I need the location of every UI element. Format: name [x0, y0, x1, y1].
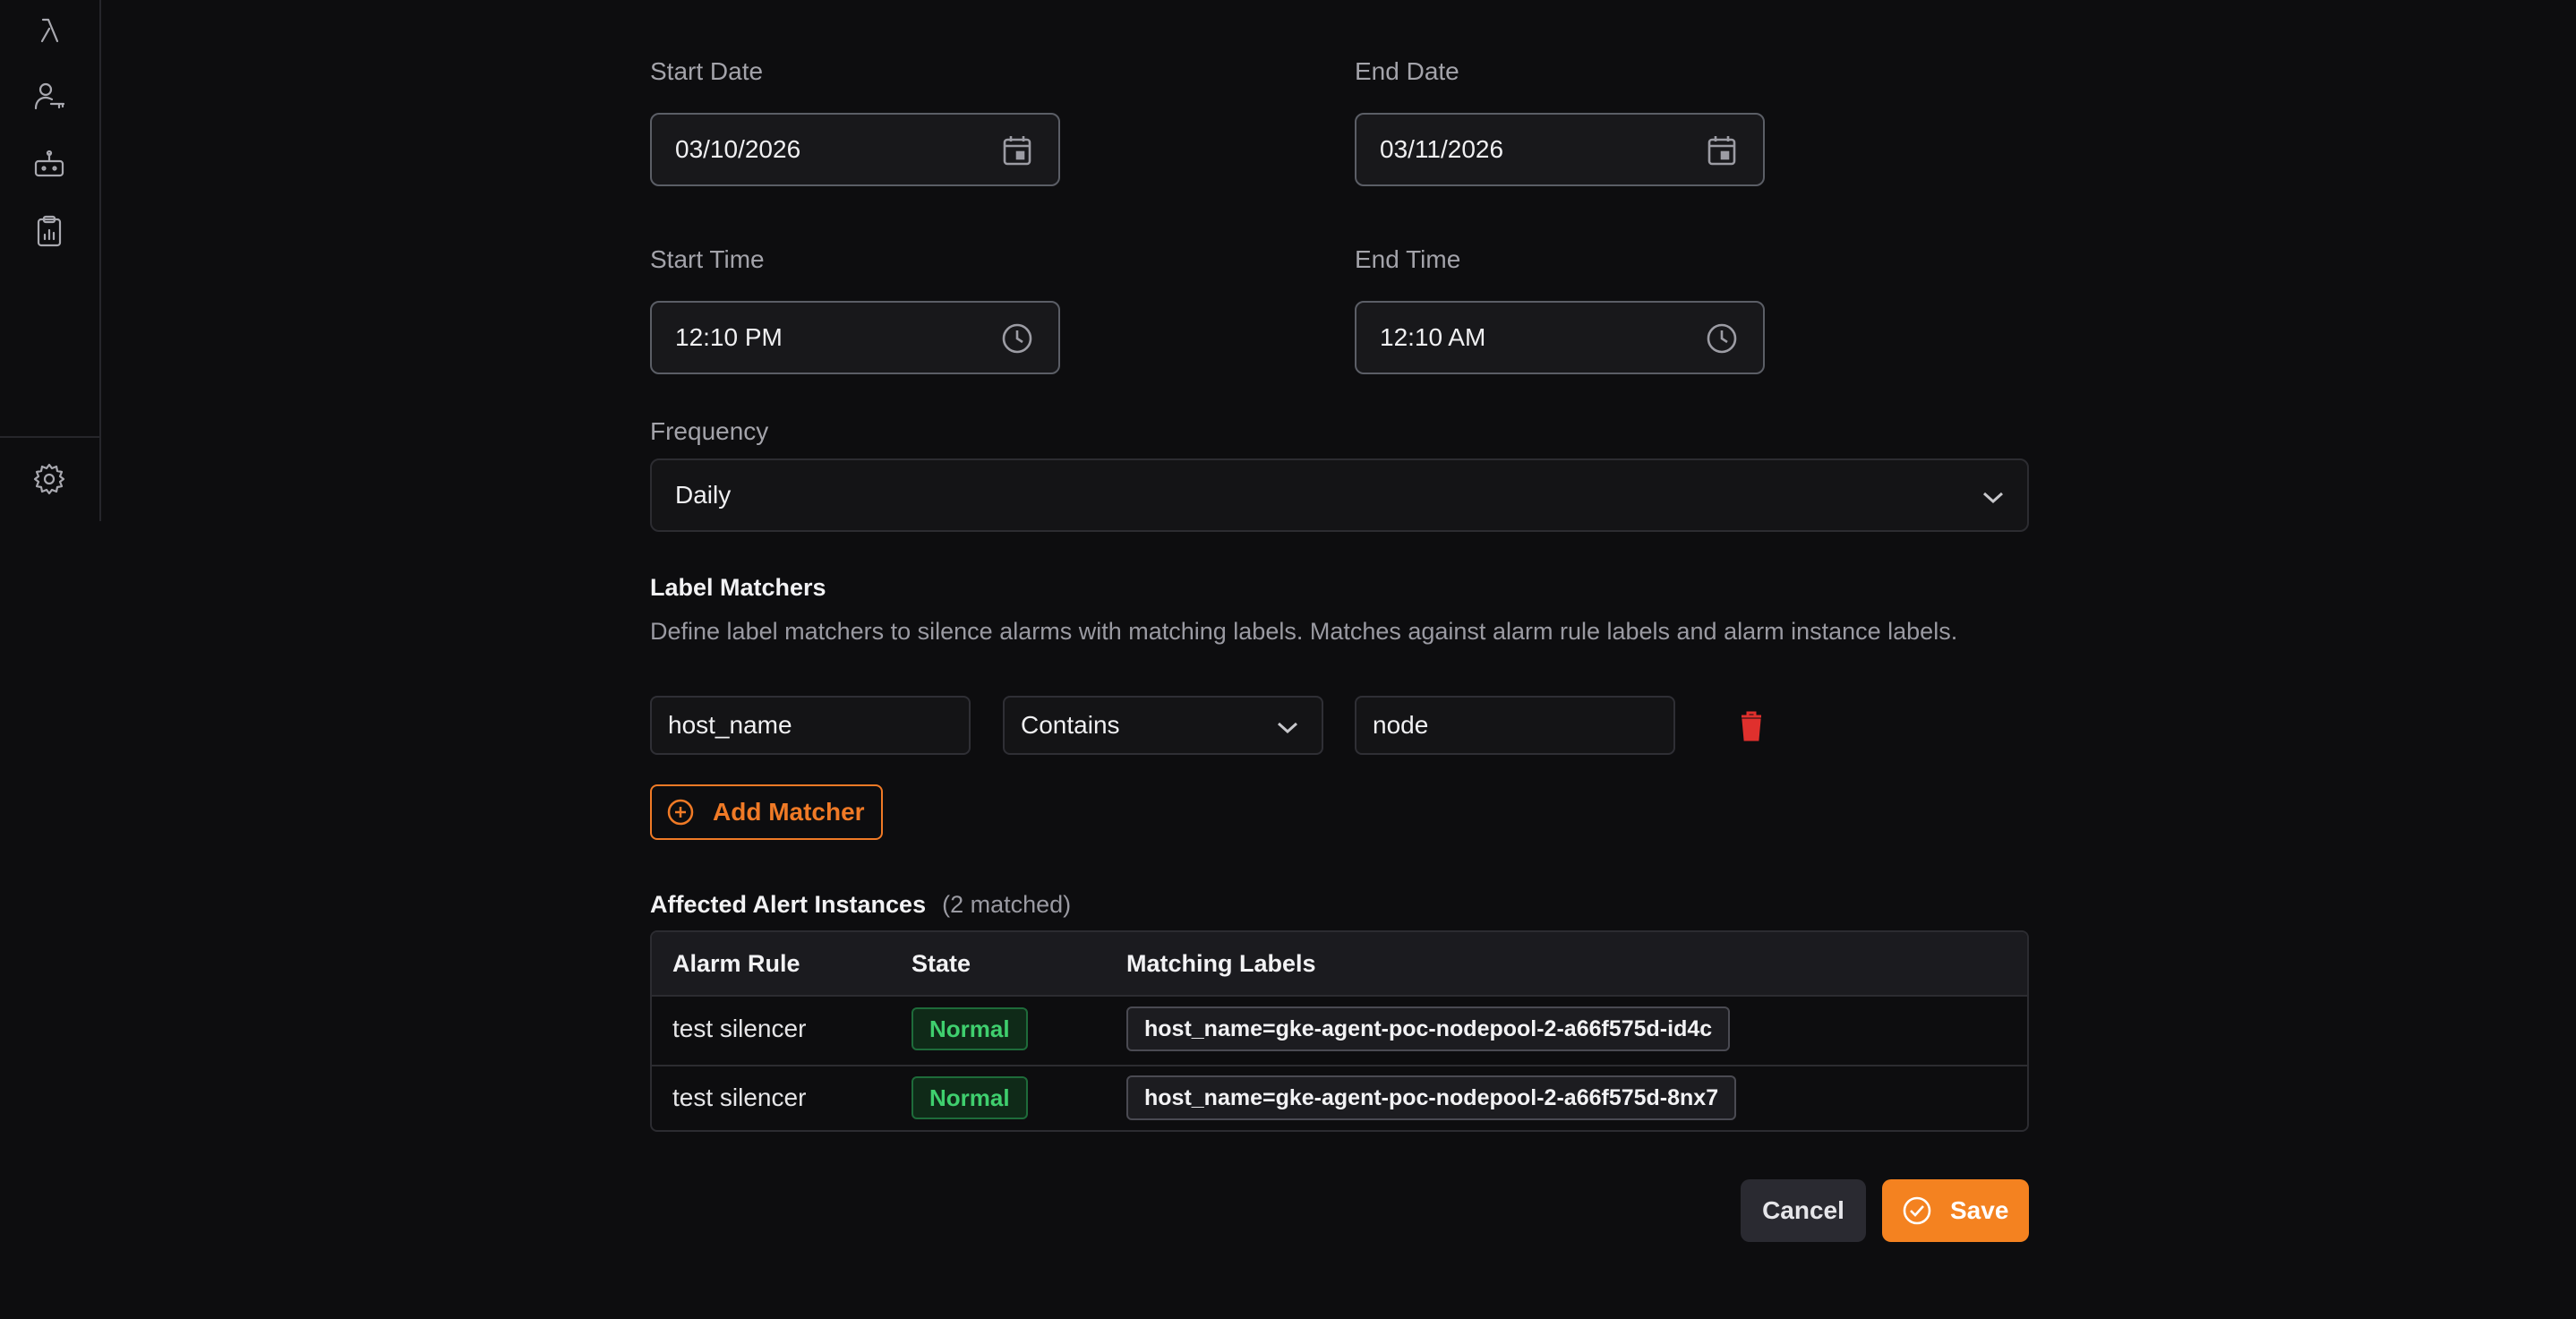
check-circle-icon [1903, 1196, 1931, 1225]
start-time-value: 12:10 PM [675, 323, 783, 351]
start-date-input[interactable]: 03/10/2026 [650, 113, 1060, 186]
status-badge: Normal [911, 1076, 1028, 1119]
user-key-icon[interactable] [30, 77, 69, 116]
label-chip: host_name=gke-agent-poc-nodepool-2-a66f5… [1126, 1075, 1737, 1120]
robot-icon[interactable] [30, 145, 69, 184]
column-header-matching-labels: Matching Labels [1126, 950, 1316, 977]
add-matcher-button[interactable]: Add Matcher [650, 784, 883, 840]
table-row: test silencer Normal host_name=gke-agent… [652, 997, 2027, 1066]
start-date-value: 03/10/2026 [675, 135, 801, 163]
delete-matcher-trash-icon[interactable] [1733, 707, 1769, 743]
affected-instances-title: Affected Alert Instances (2 matched) [650, 891, 1071, 919]
end-date-input[interactable]: 03/11/2026 [1355, 113, 1765, 186]
calendar-icon[interactable] [1704, 133, 1740, 168]
label-chip: host_name=gke-agent-poc-nodepool-2-a66f5… [1126, 1006, 1731, 1051]
lambda-icon[interactable] [30, 11, 69, 50]
start-date-label: Start Date [650, 57, 764, 85]
start-time-input[interactable]: 12:10 PM [650, 301, 1060, 374]
clock-icon[interactable] [999, 321, 1035, 356]
frequency-value: Daily [675, 481, 732, 509]
matcher-operator-value: Contains [1021, 711, 1120, 739]
calendar-icon[interactable] [999, 133, 1035, 168]
end-time-label: End Time [1355, 245, 1461, 273]
end-time-input[interactable]: 12:10 AM [1355, 301, 1765, 374]
end-date-label: End Date [1355, 57, 1459, 85]
table-row: test silencer Normal host_name=gke-agent… [652, 1066, 2027, 1130]
add-matcher-label: Add Matcher [713, 798, 865, 826]
alarm-rule-cell: test silencer [672, 1083, 807, 1111]
start-time-label: Start Time [650, 245, 765, 273]
status-badge: Normal [911, 1007, 1028, 1050]
sidebar-divider [0, 436, 99, 438]
matcher-value-value: node [1373, 711, 1429, 739]
label-matchers-title: Label Matchers [650, 574, 826, 601]
settings-gear-icon[interactable] [30, 459, 69, 499]
clipboard-chart-icon[interactable] [30, 211, 69, 251]
end-time-value: 12:10 AM [1380, 323, 1486, 351]
label-matchers-description: Define label matchers to silence alarms … [650, 618, 1958, 645]
affected-instances-title-text: Affected Alert Instances [650, 891, 927, 918]
matcher-key-input[interactable]: host_name [650, 696, 971, 755]
table-header: Alarm Rule State Matching Labels [652, 932, 2027, 997]
matcher-value-input[interactable]: node [1355, 696, 1675, 755]
save-button[interactable]: Save [1882, 1179, 2029, 1242]
matcher-operator-select[interactable]: Contains [1003, 696, 1323, 755]
affected-instances-table: Alarm Rule State Matching Labels test si… [650, 930, 2029, 1132]
clock-icon[interactable] [1704, 321, 1740, 356]
save-label: Save [1950, 1196, 2009, 1224]
frequency-select[interactable]: Daily [650, 458, 2029, 532]
column-header-alarm-rule: Alarm Rule [672, 950, 800, 977]
frequency-label: Frequency [650, 417, 769, 445]
sidebar [0, 0, 101, 521]
cancel-button[interactable]: Cancel [1741, 1179, 1866, 1242]
matcher-key-value: host_name [668, 711, 792, 739]
column-header-state: State [911, 950, 971, 977]
chevron-down-icon [1275, 715, 1300, 737]
matched-count: (2 matched) [942, 891, 1072, 918]
plus-circle-icon [667, 799, 694, 826]
alarm-rule-cell: test silencer [672, 1015, 807, 1042]
end-date-value: 03/11/2026 [1380, 135, 1504, 163]
chevron-down-icon [1981, 485, 2006, 507]
